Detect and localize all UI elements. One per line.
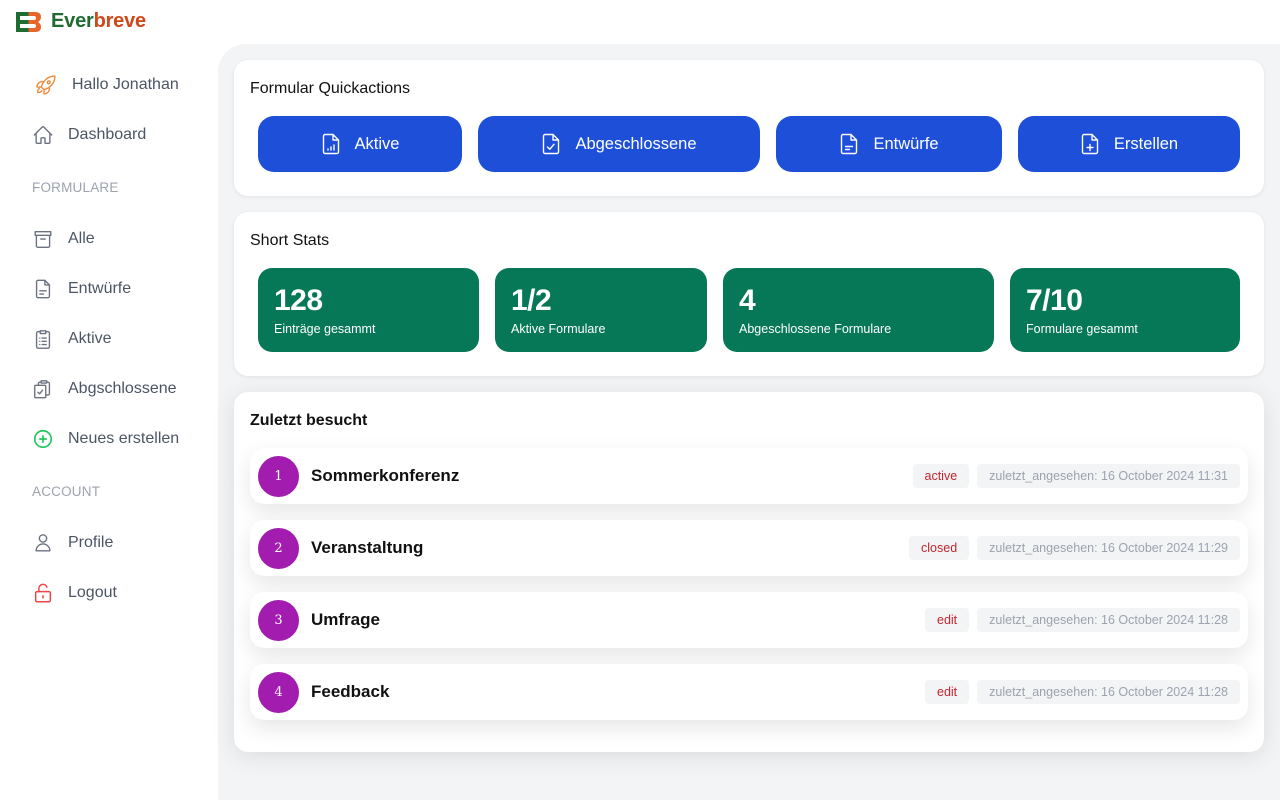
stat-entries-total: 128 Einträge gesammt — [258, 268, 479, 352]
item-number-avatar: 1 — [258, 456, 299, 497]
item-name: Feedback — [311, 682, 390, 701]
last-viewed-badge: zuletzt_angesehen: 16 October 2024 11:29 — [977, 536, 1240, 560]
item-meta: edit zuletzt_angesehen: 16 October 2024 … — [925, 608, 1240, 632]
section-heading-account: ACCOUNT — [32, 484, 101, 499]
quickactions-card: Formular Quickactions Aktive Abgeschloss… — [234, 60, 1264, 196]
sidebar: Hallo Jonathan Dashboard FORMULARE Alle … — [0, 44, 218, 800]
item-name: Veranstaltung — [311, 538, 424, 557]
recent-item[interactable]: 3 Umfrage edit zuletzt_angesehen: 16 Oct… — [250, 592, 1248, 648]
item-meta: active zuletzt_angesehen: 16 October 202… — [912, 464, 1240, 488]
quickaction-aktive-button[interactable]: Aktive — [258, 116, 462, 172]
short-stats-title: Short Stats — [250, 232, 330, 249]
stat-label: Aktive Formulare — [511, 322, 606, 336]
sidebar-item-logout[interactable]: Logout — [32, 579, 117, 607]
sidebar-item-label: Profile — [68, 534, 114, 551]
user-icon — [35, 534, 51, 552]
archive-icon — [34, 230, 52, 248]
rocket-icon — [36, 75, 56, 95]
last-viewed-badge: zuletzt_angesehen: 16 October 2024 11:31 — [977, 464, 1240, 488]
logo-mark-icon — [16, 11, 41, 32]
sidebar-item-label: Aktive — [68, 330, 112, 347]
stat-label: Formulare gesammt — [1026, 322, 1138, 336]
document-check-icon — [543, 133, 560, 155]
status-badge: active — [912, 464, 970, 488]
sidebar-item-label: Abgschlossene — [68, 380, 177, 397]
quickactions-title: Formular Quickactions — [250, 80, 411, 97]
sidebar-item-label: Neues erstellen — [68, 430, 180, 447]
sidebar-item-abgeschlossene[interactable]: Abgschlossene — [32, 375, 177, 403]
stat-value: 4 — [739, 284, 756, 317]
sidebar-item-dashboard[interactable]: Dashboard — [32, 121, 146, 149]
button-label: Aktive — [354, 134, 400, 153]
document-plus-icon — [1081, 133, 1099, 155]
home-icon — [33, 126, 53, 144]
sidebar-item-neues-erstellen[interactable]: Neues erstellen — [32, 425, 179, 453]
item-meta: edit zuletzt_angesehen: 16 October 2024 … — [925, 680, 1240, 704]
sidebar-item-aktive[interactable]: Aktive — [32, 325, 112, 353]
document-icon — [35, 279, 51, 299]
sidebar-item-label: Logout — [68, 584, 117, 601]
document-text-icon — [841, 133, 858, 155]
stat-value: 128 — [274, 284, 323, 317]
button-label: Entwürfe — [873, 134, 939, 153]
app-name: Everbreve — [51, 10, 146, 33]
app-name-part1: Ever — [51, 10, 94, 32]
button-label: Abgeschlossene — [575, 134, 697, 153]
status-badge: edit — [925, 680, 970, 704]
recent-item[interactable]: 4 Feedback edit zuletzt_angesehen: 16 Oc… — [250, 664, 1248, 720]
sidebar-item-label: Dashboard — [68, 126, 147, 143]
sidebar-item-alle[interactable]: Alle — [32, 225, 95, 253]
recent-item[interactable]: 2 Veranstaltung closed zuletzt_angesehen… — [250, 520, 1248, 576]
stat-active-forms: 1/2 Aktive Formulare — [495, 268, 707, 352]
button-label: Erstellen — [1113, 134, 1179, 153]
last-viewed-badge: zuletzt_angesehen: 16 October 2024 11:28 — [977, 608, 1240, 632]
stat-closed-forms: 4 Abgeschlossene Formulare — [723, 268, 994, 352]
item-name: Sommerkonferenz — [311, 466, 460, 485]
sidebar-item-profile[interactable]: Profile — [32, 529, 113, 557]
clipboard-check-icon — [34, 380, 51, 399]
last-viewed-badge: zuletzt_angesehen: 16 October 2024 11:28 — [977, 680, 1240, 704]
quickaction-abgeschlossene-button[interactable]: Abgeschlossene — [478, 116, 760, 172]
recent-item[interactable]: 1 Sommerkonferenz active zuletzt_angeseh… — [250, 448, 1248, 504]
item-number-avatar: 3 — [258, 600, 299, 641]
item-number-avatar: 2 — [258, 528, 299, 569]
clipboard-list-icon — [35, 330, 51, 349]
sidebar-item-label: Alle — [68, 230, 95, 247]
greeting-text: Hallo Jonathan — [72, 76, 179, 93]
stat-forms-total: 7/10 Formulare gesammt — [1010, 268, 1240, 352]
quickaction-entwuerfe-button[interactable]: Entwürfe — [776, 116, 1002, 172]
sidebar-item-label: Entwürfe — [68, 280, 132, 297]
stat-label: Einträge gesammt — [274, 322, 376, 336]
stat-label: Abgeschlossene Formulare — [739, 322, 892, 336]
stat-value: 7/10 — [1026, 284, 1083, 317]
recently-visited-title: Zuletzt besucht — [250, 412, 368, 429]
quickaction-erstellen-button[interactable]: Erstellen — [1018, 116, 1240, 172]
sidebar-item-entwuerfe[interactable]: Entwürfe — [32, 275, 131, 303]
app-logo[interactable]: Everbreve — [16, 10, 146, 33]
status-badge: closed — [909, 536, 970, 560]
app-name-part2: breve — [93, 10, 147, 32]
document-chart-icon — [322, 133, 339, 155]
unlock-icon — [34, 583, 52, 603]
plus-circle-icon — [33, 429, 53, 449]
recently-visited-card: Zuletzt besucht 1 Sommerkonferenz active… — [234, 392, 1264, 752]
section-heading-formulare: FORMULARE — [32, 180, 119, 195]
item-number-avatar: 4 — [258, 672, 299, 713]
sidebar-greeting: Hallo Jonathan — [35, 71, 179, 99]
item-meta: closed zuletzt_angesehen: 16 October 202… — [909, 536, 1240, 560]
main-content: Formular Quickactions Aktive Abgeschloss… — [218, 44, 1280, 800]
status-badge: edit — [925, 608, 970, 632]
stat-value: 1/2 — [511, 284, 552, 317]
item-name: Umfrage — [311, 610, 380, 629]
short-stats-card: Short Stats 128 Einträge gesammt 1/2 Akt… — [234, 212, 1264, 376]
